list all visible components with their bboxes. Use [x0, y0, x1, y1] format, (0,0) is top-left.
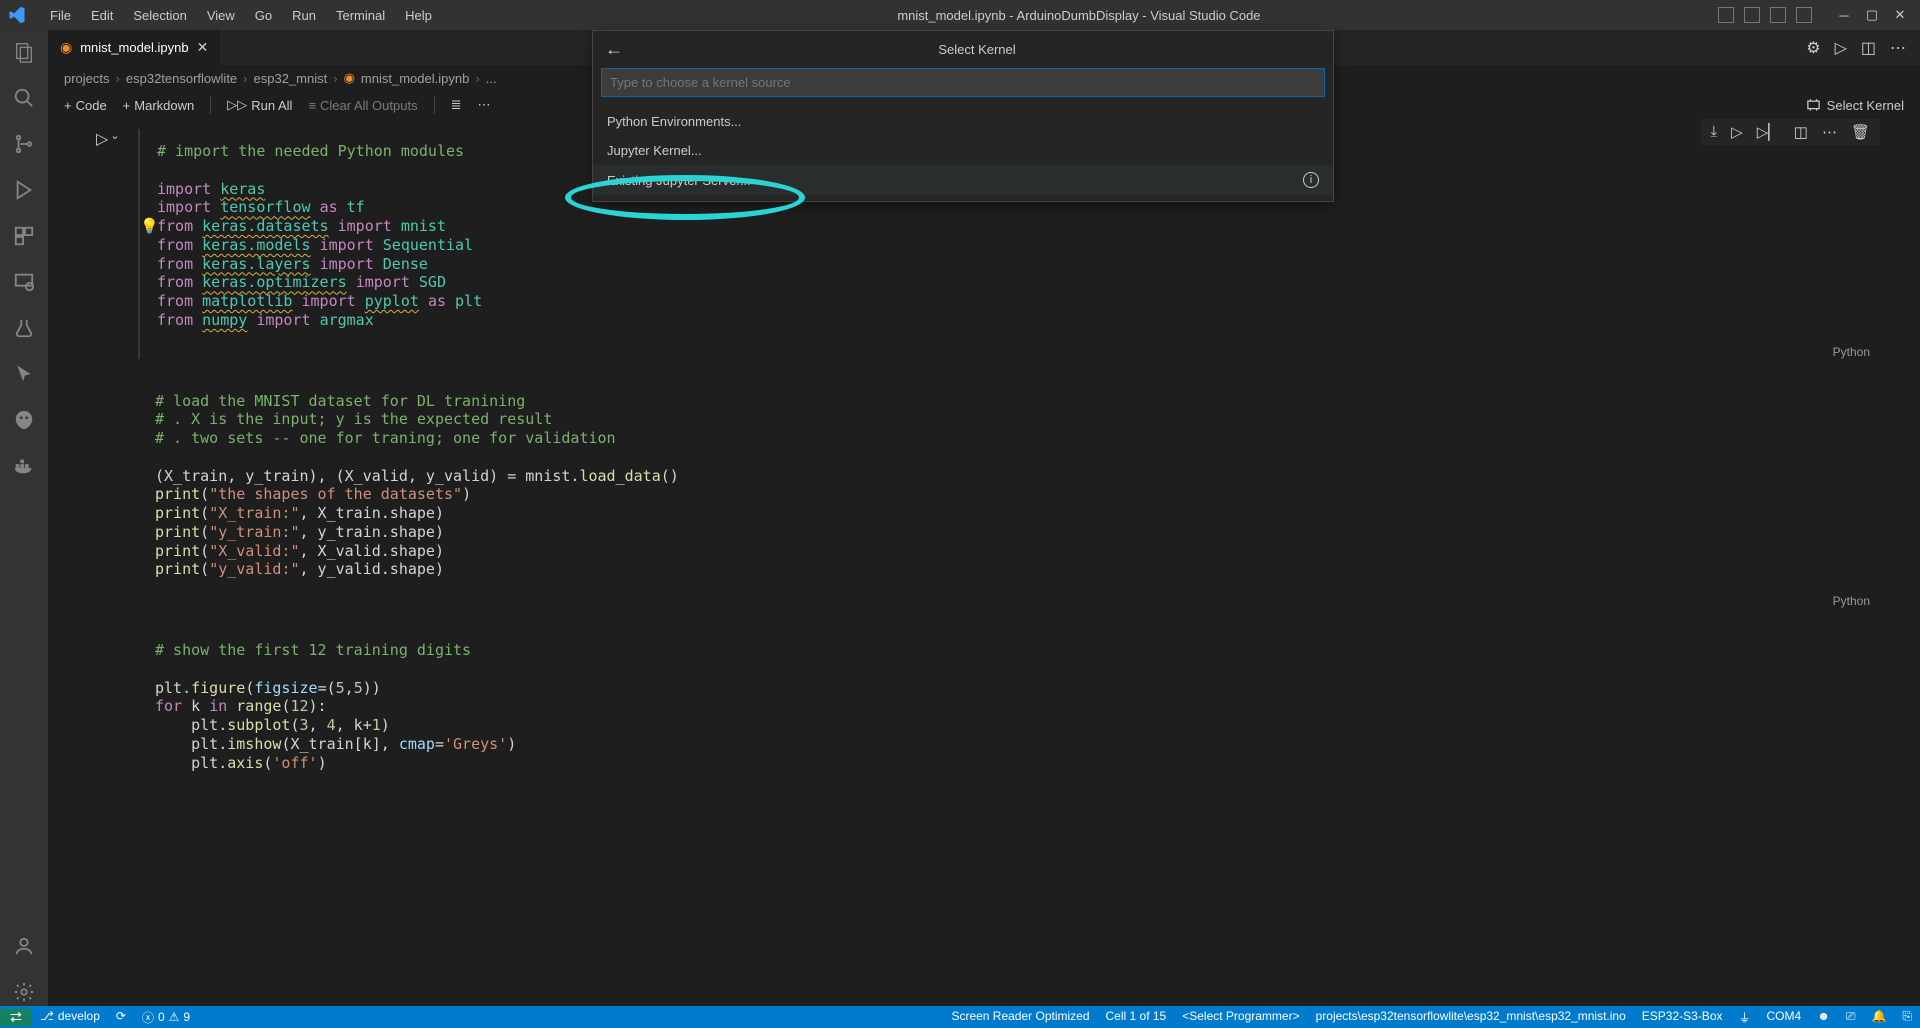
programmer-status[interactable]: <Select Programmer> — [1174, 1009, 1307, 1023]
menu-selection[interactable]: Selection — [125, 4, 194, 27]
kernel-picker-title: Select Kernel — [633, 42, 1321, 57]
split-cell-icon[interactable]: ◫ — [1794, 123, 1808, 141]
menu-edit[interactable]: Edit — [83, 4, 121, 27]
search-icon[interactable] — [10, 84, 38, 112]
remote-button[interactable]: ⮂ — [0, 1009, 32, 1026]
kernel-list: Python Environments... Jupyter Kernel...… — [593, 105, 1333, 201]
maximize-icon[interactable]: ▢ — [1860, 3, 1884, 27]
code-editor[interactable]: # show the first 12 training digits plt.… — [138, 628, 1880, 785]
code-cell[interactable]: # load the MNIST dataset for DL traninin… — [138, 379, 1880, 609]
radio-icon[interactable]: ⎚ — [1838, 1009, 1864, 1024]
notebook-body[interactable]: ⤓ ▷ ▷▏ ◫ ⋯ 🗑 ▷ ⌄ # import the needed Pyt… — [48, 119, 1920, 1006]
window-controls: ─ ▢ ✕ — [1832, 3, 1912, 27]
outline-button[interactable]: ≣ — [451, 97, 462, 113]
kernel-button[interactable]: Select Kernel — [1806, 98, 1904, 113]
remote-explorer-icon[interactable] — [10, 268, 38, 296]
execute-below-icon[interactable]: ▷▏ — [1757, 123, 1780, 141]
code-cell[interactable]: # show the first 12 training digits plt.… — [138, 628, 1880, 785]
layout-customize-icon[interactable] — [1796, 7, 1812, 23]
tab-label: mnist_model.ipynb — [80, 40, 188, 55]
kernel-search-input[interactable] — [601, 68, 1325, 97]
source-control-icon[interactable] — [10, 130, 38, 158]
close-icon[interactable]: ✕ — [1888, 3, 1912, 27]
info-icon[interactable]: i — [1303, 172, 1319, 188]
port-status[interactable]: COM4 — [1759, 1009, 1810, 1023]
jupyter-icon: ◉ — [60, 39, 72, 56]
more-icon[interactable]: ⋯ — [1890, 38, 1906, 58]
menu-view[interactable]: View — [199, 4, 243, 27]
menu-go[interactable]: Go — [247, 4, 280, 27]
branch-button[interactable]: ⎇ develop — [32, 1009, 108, 1023]
bc-item[interactable]: esp32tensorflowlite — [126, 71, 237, 86]
vscode-icon — [8, 6, 26, 24]
alien-icon[interactable] — [10, 406, 38, 434]
more-button[interactable]: ⋯ — [477, 97, 490, 113]
clear-outputs-button[interactable]: ≡ Clear All Outputs — [308, 98, 417, 113]
add-code-button[interactable]: + Code — [64, 98, 107, 113]
bc-item[interactable]: projects — [64, 71, 110, 86]
run-cell-icon[interactable]: ▷ — [96, 129, 108, 149]
explorer-icon[interactable] — [10, 38, 38, 66]
menu-terminal[interactable]: Terminal — [328, 4, 393, 27]
jupyter-icon: ◉ — [344, 70, 355, 86]
docker-icon[interactable] — [10, 452, 38, 480]
cursor-icon[interactable] — [10, 360, 38, 388]
back-icon[interactable]: ← — [605, 39, 623, 60]
tab-actions: ⚙ ▷ ◫ ⋯ — [1792, 38, 1920, 58]
plug-icon[interactable]: ⏚ — [1731, 1009, 1759, 1026]
sketch-status[interactable]: projects\esp32tensorflowlite\esp32_mnist… — [1308, 1009, 1634, 1023]
layout-panel-bottom-icon[interactable] — [1744, 7, 1760, 23]
code-editor[interactable]: # load the MNIST dataset for DL traninin… — [138, 379, 1880, 593]
gear-icon[interactable] — [10, 978, 38, 1006]
layout-icons — [1718, 7, 1812, 23]
more-icon[interactable]: ⋯ — [1822, 123, 1837, 141]
bc-item[interactable]: esp32_mnist — [254, 71, 328, 86]
run-all-button[interactable]: ▷▷ Run All — [227, 97, 292, 113]
testing-icon[interactable] — [10, 314, 38, 342]
run-by-line-icon[interactable]: ⤓ — [1711, 123, 1718, 141]
chevron-down-icon[interactable]: ⌄ — [110, 129, 119, 149]
tab-notebook[interactable]: ◉ mnist_model.ipynb ✕ — [48, 30, 221, 65]
problems-button[interactable]: ⓧ 0 ⚠ 9 — [134, 1009, 198, 1026]
status-bar: ⮂ ⎇ develop ⟳ ⓧ 0 ⚠ 9 Screen Reader Opti… — [0, 1006, 1920, 1028]
sync-button[interactable]: ⟳ — [108, 1009, 134, 1023]
layout-panel-right-icon[interactable] — [1770, 7, 1786, 23]
activity-bar — [0, 30, 48, 1006]
run-debug-icon[interactable] — [10, 176, 38, 204]
run-icon[interactable]: ▷ — [1835, 38, 1847, 58]
cell-status[interactable]: Cell 1 of 15 — [1098, 1009, 1175, 1023]
screen-reader-status[interactable]: Screen Reader Optimized — [943, 1009, 1097, 1023]
gear-icon[interactable]: ⚙ — [1806, 38, 1820, 58]
menu-bar: File Edit Selection View Go Run Terminal… — [42, 4, 440, 27]
copilot-icon[interactable]: ☻ — [1809, 1009, 1838, 1023]
bc-item[interactable]: mnist_model.ipynb — [361, 71, 469, 86]
kernel-picker: ← Select Kernel Python Environments... J… — [592, 30, 1334, 202]
kernel-item-python-env[interactable]: Python Environments... — [593, 107, 1333, 136]
cell-toolbar: ⤓ ▷ ▷▏ ◫ ⋯ 🗑 — [1701, 119, 1881, 145]
extensions-icon[interactable] — [10, 222, 38, 250]
menu-file[interactable]: File — [42, 4, 79, 27]
window-title: mnist_model.ipynb - ArduinoDumbDisplay -… — [440, 8, 1718, 23]
kernel-item-existing-server[interactable]: Existing Jupyter Server... i — [593, 165, 1333, 195]
execute-cell-icon[interactable]: ▷ — [1731, 123, 1743, 141]
split-editor-icon[interactable]: ◫ — [1861, 38, 1876, 58]
bell-icon[interactable]: 🔔 — [1863, 1009, 1894, 1023]
accounts-icon[interactable] — [10, 932, 38, 960]
title-bar: File Edit Selection View Go Run Terminal… — [0, 0, 1920, 30]
bc-item[interactable]: ... — [486, 71, 497, 86]
cell-language[interactable]: Python — [138, 592, 1880, 608]
kernel-item-jupyter-kernel[interactable]: Jupyter Kernel... — [593, 136, 1333, 165]
board-status[interactable]: ESP32-S3-Box — [1634, 1009, 1731, 1023]
layout-panel-left-icon[interactable] — [1718, 7, 1734, 23]
menu-run[interactable]: Run — [284, 4, 324, 27]
delete-cell-icon[interactable]: 🗑 — [1851, 123, 1870, 141]
close-tab-icon[interactable]: ✕ — [197, 39, 209, 56]
menu-help[interactable]: Help — [397, 4, 440, 27]
add-markdown-button[interactable]: + Markdown — [123, 98, 195, 113]
cell-language[interactable]: Python — [140, 343, 1880, 359]
feedback-icon[interactable]: ⎘ — [1894, 1009, 1920, 1024]
minimize-icon[interactable]: ─ — [1832, 3, 1856, 27]
